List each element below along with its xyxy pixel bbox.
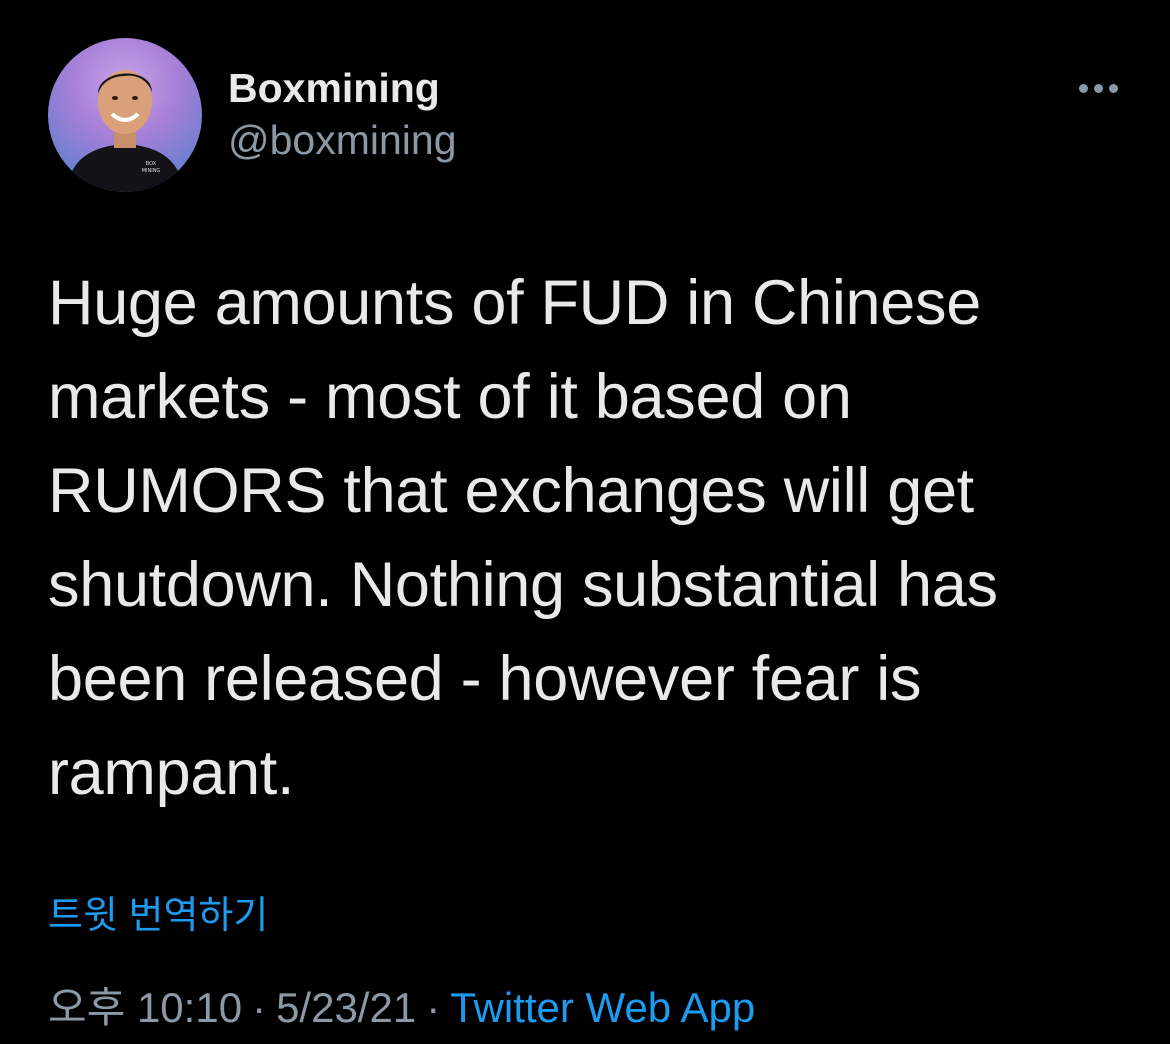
author-names: Boxmining @boxmining — [228, 64, 457, 166]
more-dot — [1078, 83, 1088, 93]
tweet-detail: BOX MINING Boxmining @boxmining Huge amo… — [0, 0, 1170, 1044]
author-display-name[interactable]: Boxmining — [228, 64, 457, 112]
meta-separator: · — [426, 984, 441, 1031]
more-dot — [1093, 83, 1103, 93]
tweet-metadata: 오후 10:10 · 5/23/21 · Twitter Web App — [48, 974, 755, 1035]
avatar[interactable]: BOX MINING — [48, 38, 202, 192]
author-handle[interactable]: @boxmining — [228, 114, 457, 166]
more-dot — [1108, 83, 1118, 93]
svg-text:MINING: MINING — [142, 168, 161, 174]
tweet-source-link[interactable]: Twitter Web App — [450, 984, 755, 1031]
avatar-photo: BOX MINING — [66, 70, 184, 192]
tweet-date[interactable]: 5/23/21 — [276, 984, 416, 1031]
tweet-text: Huge amounts of FUD in Chinese markets -… — [48, 268, 998, 808]
tweet-time[interactable]: 오후 10:10 — [48, 984, 242, 1031]
meta-separator: · — [252, 984, 267, 1031]
translate-tweet-link[interactable]: 트윗 번역하기 — [48, 884, 268, 939]
shirt-logo: BOX — [146, 161, 157, 167]
tweet-header: BOX MINING Boxmining @boxmining — [48, 38, 1128, 192]
more-horizontal-icon[interactable] — [1068, 76, 1128, 100]
